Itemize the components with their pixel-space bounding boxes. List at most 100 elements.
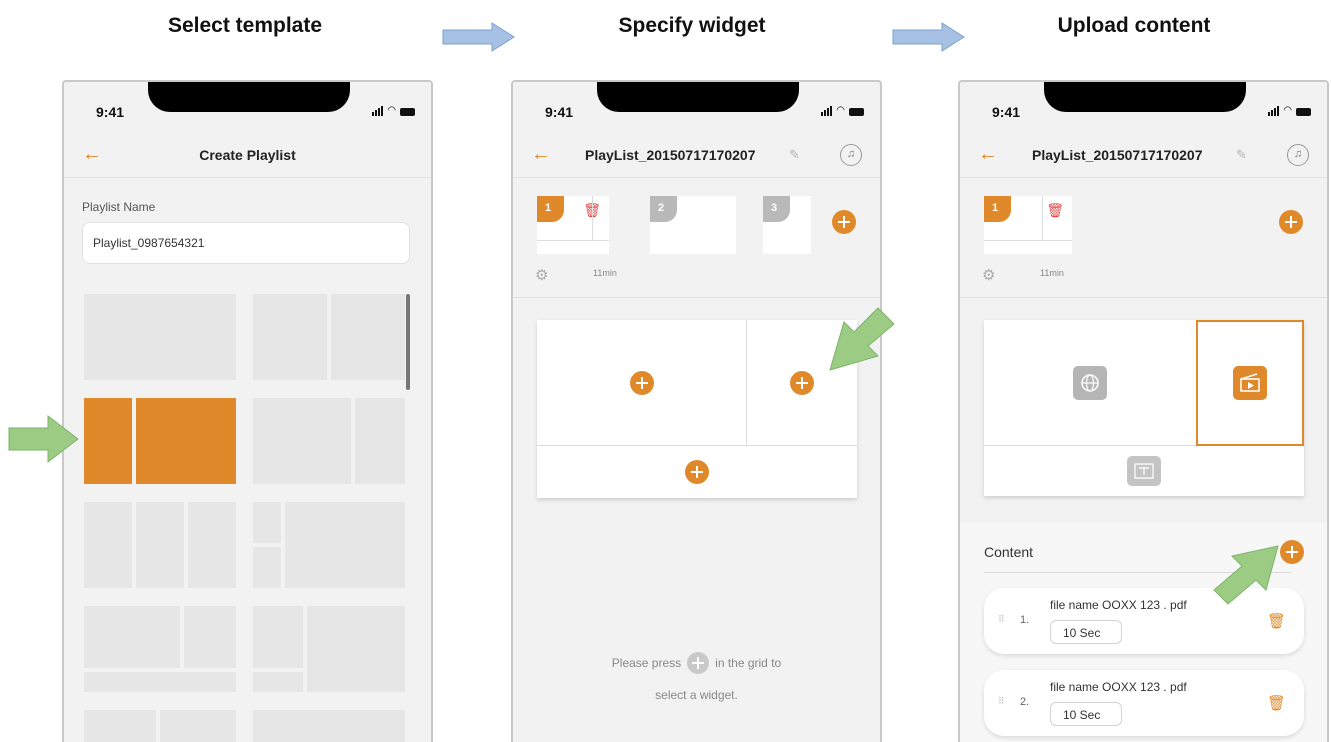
music-note-icon[interactable]: ♫: [840, 144, 862, 166]
flow-arrow-icon: [442, 22, 515, 52]
step-title-3: Upload content: [1057, 14, 1211, 37]
status-time: 9:41: [545, 104, 574, 120]
template-option[interactable]: [84, 294, 236, 380]
content-item[interactable]: ⠿ 2. file name OOXX 123 . pdf 10 Sec 🗑: [984, 670, 1304, 736]
signal-icon: [1268, 106, 1280, 116]
file-name: file name OOXX 123 . pdf: [1050, 680, 1187, 694]
pointer-arrow-icon: [829, 307, 895, 371]
app-bar: ← PlayList_20150717170207 ✎ ♫: [513, 132, 880, 178]
signal-icon: [372, 106, 384, 116]
drag-handle-icon[interactable]: ⠿: [998, 696, 1005, 707]
content-index: 2.: [1020, 696, 1030, 708]
template-option[interactable]: [253, 606, 405, 692]
playlist-name-input[interactable]: Playlist_0987654321: [82, 222, 410, 264]
wifi-icon: ◠: [836, 105, 845, 116]
battery-icon: [400, 108, 415, 116]
phone-select-template: 9:41 ◠ ← Create Playlist Playlist Name P…: [62, 80, 433, 742]
status-time: 9:41: [992, 104, 1021, 120]
phone-notch: [148, 82, 350, 112]
duration-input[interactable]: 10 Sec: [1050, 702, 1122, 726]
battery-icon: [849, 108, 864, 116]
add-widget-button[interactable]: [685, 460, 709, 484]
status-icons: ◠: [1268, 104, 1311, 116]
status-icons: ◠: [372, 104, 415, 116]
flow-arrow-icon: [892, 22, 965, 52]
pointer-arrow-icon: [8, 414, 79, 464]
wifi-icon: ◠: [1283, 105, 1292, 116]
drag-handle-icon[interactable]: ⠿: [998, 614, 1005, 625]
trash-icon[interactable]: 🗑: [1267, 694, 1286, 712]
template-option[interactable]: [253, 294, 405, 380]
gear-icon[interactable]: ⚙: [535, 266, 548, 284]
wifi-icon: ◠: [387, 105, 396, 116]
grid-cell-web[interactable]: [984, 320, 1196, 446]
file-name: file name OOXX 123 . pdf: [1050, 598, 1187, 612]
step-title-1: Select template: [167, 14, 323, 37]
gear-icon[interactable]: ⚙: [982, 266, 995, 284]
add-widget-button[interactable]: [629, 370, 654, 395]
pencil-icon[interactable]: ✎: [789, 147, 800, 163]
hint-before: Please press: [611, 656, 682, 670]
page-duration: 11min: [1040, 268, 1064, 278]
hint-area: [513, 520, 880, 742]
page-thumb[interactable]: 2: [650, 196, 736, 254]
trash-icon[interactable]: 🗑: [1046, 202, 1064, 219]
template-option[interactable]: [84, 606, 236, 692]
storyboard: Select template Specify widget Upload co…: [0, 0, 1331, 742]
hint-text: Please press in the grid to: [513, 652, 880, 674]
content-label: Content: [984, 544, 1034, 560]
page-thumb[interactable]: 1 🗑: [537, 196, 609, 254]
add-content-button[interactable]: [1280, 540, 1304, 564]
app-bar: ← Create Playlist: [64, 132, 431, 178]
scrollbar[interactable]: [406, 294, 410, 390]
page-thumb[interactable]: 1 🗑: [984, 196, 1072, 254]
plus-icon: [687, 652, 710, 674]
video-icon: [1233, 366, 1267, 400]
playlist-title: PlayList_20150717170207: [1032, 146, 1203, 163]
template-option[interactable]: [253, 502, 405, 588]
template-option[interactable]: [84, 710, 236, 742]
playlist-name-label: Playlist Name: [82, 200, 156, 214]
page-number: 3: [763, 196, 790, 222]
text-icon: [1127, 456, 1161, 486]
layout-grid: [537, 320, 857, 498]
add-widget-button[interactable]: [790, 370, 814, 395]
trash-icon[interactable]: 🗑: [1267, 612, 1286, 630]
grid-cell[interactable]: [537, 446, 857, 498]
hint-text-line2: select a widget.: [655, 688, 738, 702]
step-title-2: Specify widget: [618, 14, 766, 37]
phone-notch: [1044, 82, 1246, 112]
page-thumb[interactable]: 3: [763, 196, 811, 254]
status-time: 9:41: [96, 104, 125, 120]
page-title: Create Playlist: [199, 146, 296, 163]
page-number: 1: [984, 196, 1011, 222]
globe-icon: [1073, 365, 1107, 400]
layout-grid: [984, 320, 1304, 496]
add-page-button[interactable]: [1279, 210, 1303, 234]
back-arrow-icon[interactable]: ←: [531, 143, 551, 166]
back-arrow-icon[interactable]: ←: [978, 143, 998, 166]
music-note-icon[interactable]: ♫: [1287, 144, 1309, 166]
pointer-arrow-icon: [1213, 545, 1279, 605]
template-option[interactable]: [253, 398, 405, 484]
phone-notch: [597, 82, 799, 112]
phone-specify-widget: 9:41 ◠ ← PlayList_20150717170207 ✎ ♫ 1 🗑…: [511, 80, 882, 742]
template-option[interactable]: [84, 502, 236, 588]
add-page-button[interactable]: [832, 210, 856, 234]
app-bar: ← PlayList_20150717170207 ✎ ♫: [960, 132, 1327, 178]
grid-cell[interactable]: [537, 320, 747, 446]
page-thumbnails: 1 🗑 ⚙ 11min: [960, 178, 1327, 298]
phone-upload-content: 9:41 ◠ ← PlayList_20150717170207 ✎ ♫ 1 🗑…: [958, 80, 1329, 742]
signal-icon: [821, 106, 833, 116]
pencil-icon[interactable]: ✎: [1236, 147, 1247, 163]
battery-icon: [1296, 108, 1311, 116]
duration-input[interactable]: 10 Sec: [1050, 620, 1122, 644]
grid-cell-video-selected[interactable]: [1196, 320, 1304, 446]
playlist-title: PlayList_20150717170207: [585, 146, 756, 163]
template-option-selected[interactable]: [84, 398, 236, 484]
grid-cell-text[interactable]: [984, 446, 1304, 496]
page-number: 1: [537, 196, 564, 222]
page-number: 2: [650, 196, 677, 222]
page-thumbnails: 1 🗑 2 3 ⚙ 11min: [513, 178, 880, 298]
template-option[interactable]: [253, 710, 405, 742]
